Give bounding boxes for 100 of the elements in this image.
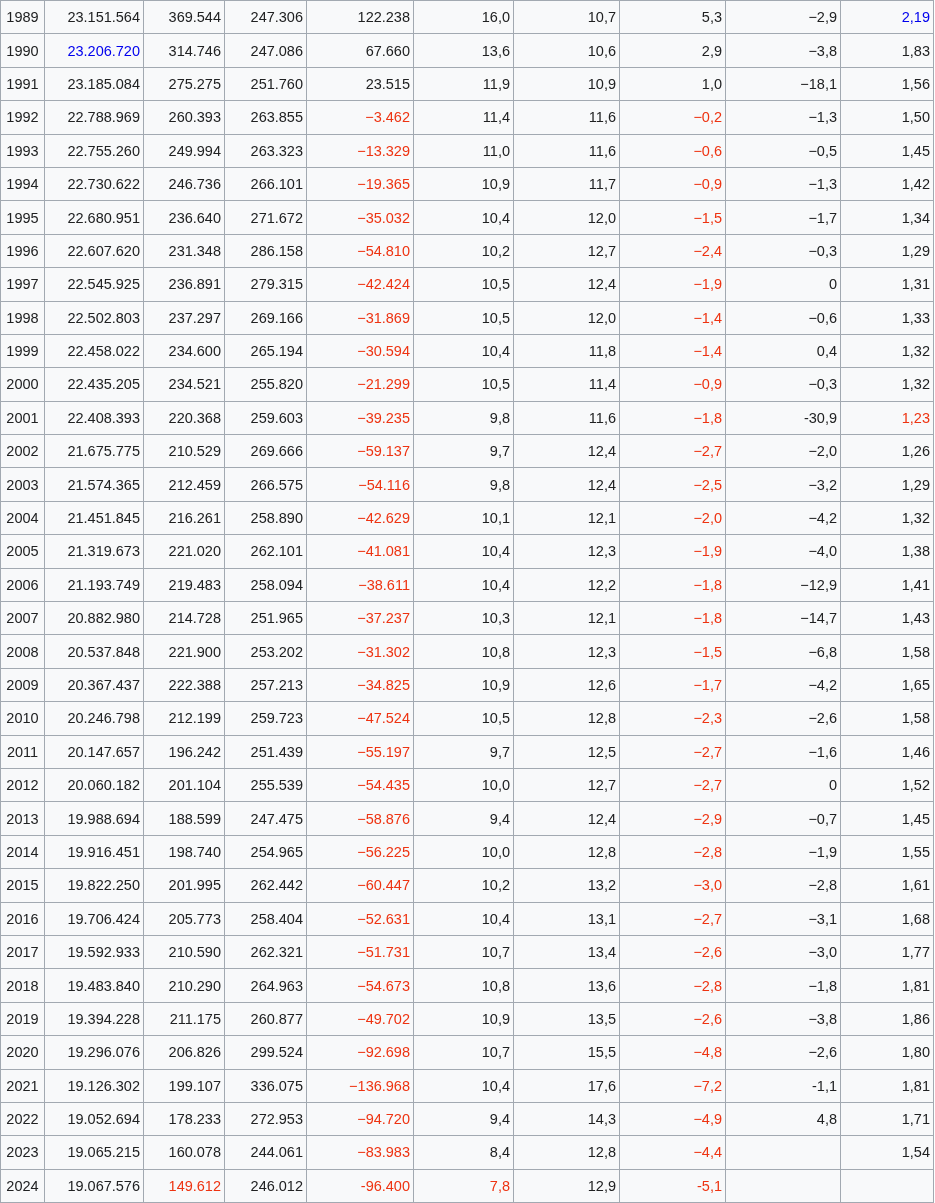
table-cell: 12,6 <box>513 668 620 702</box>
table-cell: −3,0 <box>725 935 841 969</box>
table-cell: −60.447 <box>306 868 414 903</box>
table-cell: 22.607.620 <box>44 234 144 268</box>
year-cell: 2005 <box>0 534 45 569</box>
table-cell: 11,9 <box>413 67 514 101</box>
table-cell: −52.631 <box>306 902 414 936</box>
table-cell: 10,5 <box>413 267 514 301</box>
table-cell: −4,9 <box>619 1102 726 1136</box>
table-cell: 11,0 <box>413 134 514 168</box>
table-cell: 10,6 <box>513 33 620 68</box>
table-cell: 12,8 <box>513 701 620 736</box>
table-cell: 12,1 <box>513 501 620 535</box>
table-cell: −18,1 <box>725 67 841 101</box>
year-cell: 2011 <box>0 735 45 769</box>
table-cell: 255.539 <box>224 768 307 802</box>
table-cell: 246.012 <box>224 1169 307 1203</box>
table-cell: 19.592.933 <box>44 935 144 969</box>
table-cell: −2,6 <box>619 935 726 969</box>
table-cell: 17,6 <box>513 1069 620 1103</box>
table-cell: 246.736 <box>143 167 225 201</box>
table-cell: −94.720 <box>306 1102 414 1136</box>
table-cell: 1,31 <box>840 267 934 301</box>
table-cell: 22.502.803 <box>44 301 144 335</box>
table-cell: 12,0 <box>513 200 620 235</box>
table-cell: 258.094 <box>224 568 307 602</box>
table-cell: −56.225 <box>306 835 414 869</box>
table-cell: 210.590 <box>143 935 225 969</box>
table-cell: −0,5 <box>725 134 841 168</box>
year-cell: 2009 <box>0 668 45 702</box>
table-cell: 9,7 <box>413 735 514 769</box>
table-cell: 178.233 <box>143 1102 225 1136</box>
table-cell: −92.698 <box>306 1035 414 1069</box>
table-cell: 22.755.260 <box>44 134 144 168</box>
table-cell: 0 <box>725 267 841 301</box>
table-cell: 22.788.969 <box>44 100 144 135</box>
table-cell: 266.101 <box>224 167 307 201</box>
table-cell: 12,3 <box>513 634 620 669</box>
table-cell: 11,4 <box>513 367 620 402</box>
table-cell: 19.067.576 <box>44 1169 144 1203</box>
table-cell: −59.137 <box>306 434 414 468</box>
table-cell: 1,45 <box>840 801 934 836</box>
table-cell: −1,4 <box>619 334 726 368</box>
table-cell: −4,2 <box>725 668 841 702</box>
table-cell: 188.599 <box>143 801 225 836</box>
table-cell: 231.348 <box>143 234 225 268</box>
table-cell: 210.290 <box>143 968 225 1003</box>
table-cell: −7,2 <box>619 1069 726 1103</box>
table-cell: 205.773 <box>143 902 225 936</box>
table-cell: 2,9 <box>619 33 726 68</box>
table-cell: 1,0 <box>619 67 726 101</box>
table-cell: 1,26 <box>840 434 934 468</box>
table-cell: 222.388 <box>143 668 225 702</box>
table-cell: 262.442 <box>224 868 307 903</box>
table-cell: 21.675.775 <box>44 434 144 468</box>
table-cell: 23.151.564 <box>44 0 144 34</box>
table-cell: 10,4 <box>413 1069 514 1103</box>
table-cell: −3,0 <box>619 868 726 903</box>
table-cell: -5,1 <box>619 1169 726 1203</box>
table-cell: 23.185.084 <box>44 67 144 101</box>
table-cell: 253.202 <box>224 634 307 669</box>
table-cell: −1,5 <box>619 634 726 669</box>
table-cell: 286.158 <box>224 234 307 268</box>
table-cell: 10,7 <box>413 935 514 969</box>
table-cell: 10,2 <box>413 234 514 268</box>
table-cell: −4,2 <box>725 501 841 535</box>
table-cell: 1,42 <box>840 167 934 201</box>
table-cell: 251.965 <box>224 601 307 635</box>
table-cell: −2,9 <box>725 0 841 34</box>
table-cell: 1,43 <box>840 601 934 635</box>
table-cell: 13,2 <box>513 868 620 903</box>
table-cell: −2,8 <box>619 968 726 1003</box>
table-cell: 10,4 <box>413 902 514 936</box>
table-cell: -96.400 <box>306 1169 414 1203</box>
table-cell: −2,7 <box>619 902 726 936</box>
year-cell: 2018 <box>0 968 45 1003</box>
table-cell: 19.822.250 <box>44 868 144 903</box>
table-cell: 1,38 <box>840 534 934 569</box>
table-cell: 251.760 <box>224 67 307 101</box>
table-cell: −0,6 <box>619 134 726 168</box>
table-cell: 236.891 <box>143 267 225 301</box>
table-cell: 10,0 <box>413 768 514 802</box>
table-cell: 19.052.694 <box>44 1102 144 1136</box>
table-cell: 1,61 <box>840 868 934 903</box>
table-cell: −37.237 <box>306 601 414 635</box>
year-cell: 2021 <box>0 1069 45 1103</box>
table-cell: 271.672 <box>224 200 307 235</box>
year-cell: 2020 <box>0 1035 45 1069</box>
year-cell: 2003 <box>0 467 45 502</box>
table-cell: 20.882.980 <box>44 601 144 635</box>
table-cell: 20.246.798 <box>44 701 144 736</box>
table-cell: −3,1 <box>725 902 841 936</box>
table-cell: 314.746 <box>143 33 225 68</box>
table-cell: −2,9 <box>619 801 726 836</box>
table-cell: 19.296.076 <box>44 1035 144 1069</box>
table-cell: 12,2 <box>513 568 620 602</box>
year-cell: 2007 <box>0 601 45 635</box>
table-cell: −2,0 <box>619 501 726 535</box>
table-cell: −1,9 <box>725 835 841 869</box>
year-cell: 2013 <box>0 801 45 836</box>
